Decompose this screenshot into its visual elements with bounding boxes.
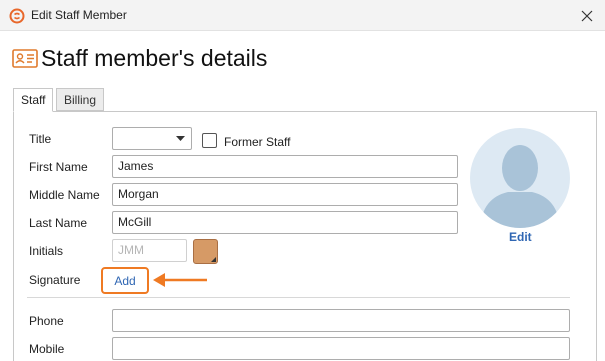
arrow-left-icon bbox=[153, 273, 207, 287]
former-staff-label: Former Staff bbox=[224, 135, 291, 149]
last-name-label: Last Name bbox=[29, 216, 88, 230]
mobile-label: Mobile bbox=[29, 342, 65, 356]
app-logo-icon bbox=[9, 8, 25, 24]
title-select[interactable] bbox=[112, 127, 192, 150]
chevron-down-icon bbox=[176, 136, 185, 141]
initials-label: Initials bbox=[29, 244, 64, 258]
avatar-edit-link[interactable]: Edit bbox=[509, 230, 532, 244]
signature-label: Signature bbox=[29, 273, 81, 287]
signature-add-label: Add bbox=[114, 273, 136, 288]
initials-field[interactable]: JMM bbox=[112, 239, 187, 262]
close-button[interactable] bbox=[573, 2, 601, 29]
last-name-field[interactable]: McGill bbox=[112, 211, 458, 234]
first-name-label: First Name bbox=[29, 160, 88, 174]
phone-field[interactable] bbox=[112, 309, 570, 332]
initials-color-picker[interactable] bbox=[193, 239, 218, 264]
avatar[interactable] bbox=[470, 128, 570, 228]
tab-billing[interactable]: Billing bbox=[56, 88, 105, 111]
close-icon bbox=[581, 10, 593, 21]
phone-label: Phone bbox=[29, 314, 64, 328]
person-silhouette-icon bbox=[480, 145, 560, 228]
id-card-icon bbox=[12, 49, 38, 68]
former-staff-checkbox[interactable] bbox=[202, 133, 217, 148]
page-title: Staff member's details bbox=[41, 45, 268, 71]
first-name-field[interactable]: James bbox=[112, 155, 458, 178]
section-divider bbox=[27, 297, 570, 298]
middle-name-field[interactable]: Morgan bbox=[112, 183, 458, 206]
color-dropdown-corner-icon bbox=[211, 257, 216, 262]
mobile-field[interactable] bbox=[112, 337, 570, 360]
window-titlebar: Edit Staff Member bbox=[0, 0, 605, 31]
signature-add-button[interactable]: Add bbox=[101, 267, 149, 294]
tab-staff[interactable]: Staff bbox=[13, 88, 54, 112]
window-title: Edit Staff Member bbox=[31, 8, 127, 22]
middle-name-label: Middle Name bbox=[29, 188, 100, 202]
title-label: Title bbox=[29, 132, 52, 146]
